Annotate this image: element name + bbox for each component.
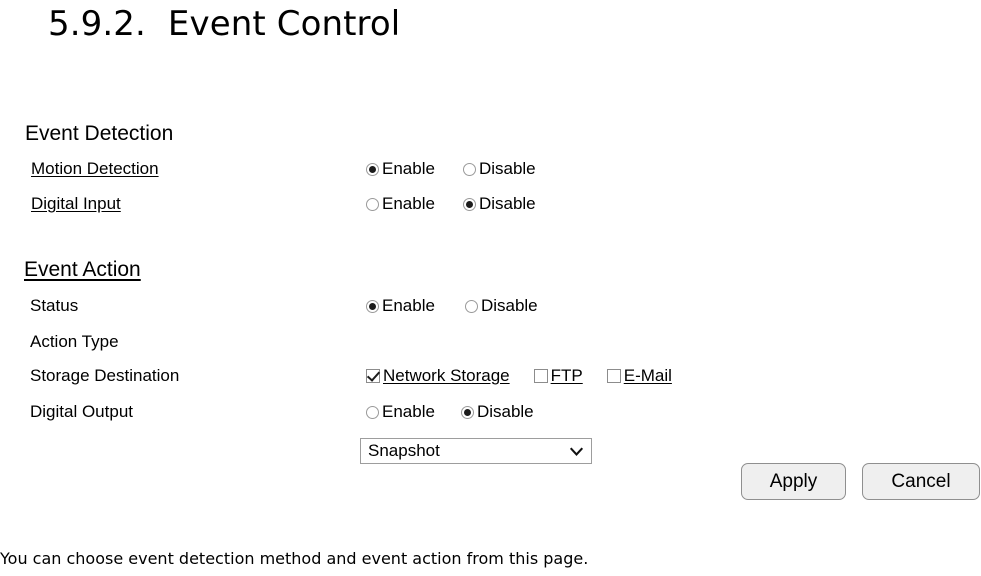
radio-option-status-enable[interactable]: Enable <box>366 296 435 316</box>
label-status: Status <box>30 296 79 315</box>
radio-option-digital-output-enable[interactable]: Enable <box>366 402 435 422</box>
radio-option-motion-detection-enable[interactable]: Enable <box>366 159 435 179</box>
radio-group-digital-output: Enable Disable <box>366 402 534 422</box>
radio-option-status-disable[interactable]: Disable <box>464 296 538 316</box>
checkbox-option-ftp[interactable]: FTP <box>533 366 583 386</box>
radio-option-digital-output-disable[interactable]: Disable <box>460 402 534 422</box>
page-title: 5.9.2. Event Control <box>48 2 400 46</box>
checkbox-label-email[interactable]: E-Mail <box>624 366 672 386</box>
radio-option-digital-input-disable[interactable]: Disable <box>462 194 536 214</box>
event-control-form: Event Detection Motion Detection Enable … <box>0 110 981 520</box>
radio-label-status-disable: Disable <box>480 296 538 315</box>
section-heading-event-action[interactable]: Event Action <box>24 258 141 282</box>
label-digital-output: Digital Output <box>30 402 133 421</box>
checkbox-label-ftp[interactable]: FTP <box>551 366 583 386</box>
radio-icon-digital-input-disable[interactable] <box>462 197 476 211</box>
radio-icon-status-enable[interactable] <box>366 299 379 313</box>
checkbox-group-storage-destination: Network Storage FTP E-Mail <box>366 366 672 386</box>
checkbox-label-network-storage[interactable]: Network Storage <box>383 366 510 386</box>
page-caption: You can choose event detection method an… <box>0 549 589 568</box>
checkbox-icon-email[interactable] <box>606 369 621 383</box>
radio-label-digital-output-enable: Enable <box>382 402 435 421</box>
radio-group-digital-input: Enable Disable <box>366 194 536 214</box>
chevron-down-icon <box>569 447 584 456</box>
checkbox-option-network-storage[interactable]: Network Storage <box>366 366 510 386</box>
radio-icon-digital-output-enable[interactable] <box>366 405 379 419</box>
action-type-selected-value: Snapshot <box>368 441 440 460</box>
apply-button[interactable]: Apply <box>741 463 846 500</box>
radio-icon-motion-detection-enable[interactable] <box>366 162 379 176</box>
radio-label-digital-output-disable: Disable <box>476 402 534 421</box>
radio-label-digital-input-enable: Enable <box>382 194 435 213</box>
checkbox-option-email[interactable]: E-Mail <box>606 366 672 386</box>
checkbox-icon-network-storage[interactable] <box>366 369 380 383</box>
checkbox-icon-ftp[interactable] <box>533 369 548 383</box>
cancel-button[interactable]: Cancel <box>862 463 980 500</box>
label-motion-detection[interactable]: Motion Detection <box>31 159 159 179</box>
radio-option-digital-input-enable[interactable]: Enable <box>366 194 435 214</box>
radio-label-motion-detection-disable: Disable <box>478 159 536 178</box>
radio-icon-digital-output-disable[interactable] <box>460 405 474 419</box>
label-storage-destination: Storage Destination <box>30 366 180 385</box>
radio-icon-status-disable[interactable] <box>464 299 478 313</box>
label-action-type: Action Type <box>30 332 119 351</box>
radio-group-status: Enable Disable <box>366 296 538 316</box>
radio-label-motion-detection-enable: Enable <box>382 159 435 178</box>
radio-icon-motion-detection-disable[interactable] <box>462 162 476 176</box>
radio-label-digital-input-disable: Disable <box>478 194 536 213</box>
radio-option-motion-detection-disable[interactable]: Disable <box>462 159 536 179</box>
section-heading-event-detection: Event Detection <box>25 122 174 145</box>
page-title-text: Event Control <box>167 4 401 44</box>
radio-icon-digital-input-enable[interactable] <box>366 197 379 211</box>
radio-group-motion-detection: Enable Disable <box>366 159 536 179</box>
radio-label-status-enable: Enable <box>382 296 435 315</box>
page-section-number: 5.9.2. <box>48 4 146 44</box>
action-type-select[interactable]: Snapshot <box>360 438 592 464</box>
label-digital-input[interactable]: Digital Input <box>31 194 121 214</box>
